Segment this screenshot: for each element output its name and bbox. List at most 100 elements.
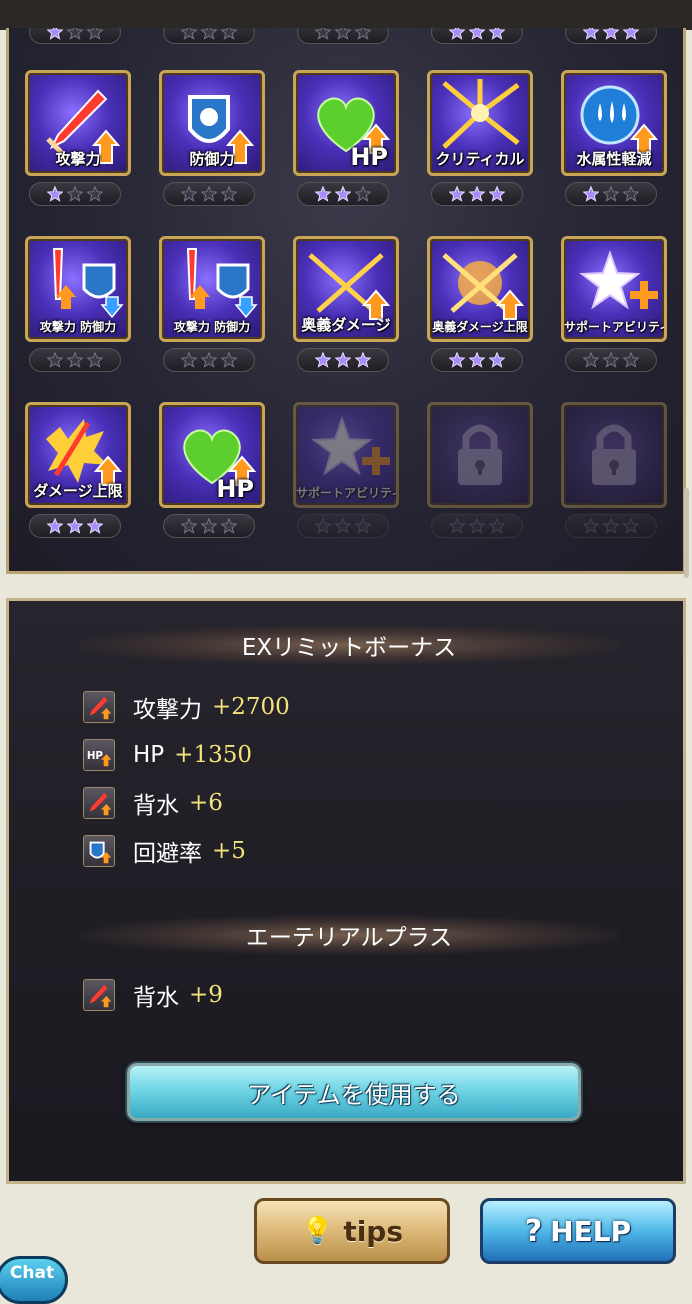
limit-bonus-tile[interactable] [427,402,533,508]
star-empty-icon [181,186,197,202]
star-empty-icon [623,352,639,368]
star-empty-icon [449,518,465,534]
limit-bonus-tile[interactable]: 攻撃力 防御力 [159,236,265,342]
star-empty-icon [221,186,237,202]
star-empty-icon [181,352,197,368]
tile-label: 攻撃力 防御力 [173,320,251,334]
bonus-name: 背水 [133,793,179,819]
bonus-row: 背水 +9 [83,977,223,1013]
star-empty-icon [603,186,619,202]
star-filled-icon [315,186,331,202]
bulb-icon: 💡 [300,1216,334,1246]
limit-bonus-tile[interactable]: サポートアビリティ [561,236,667,342]
star-empty-icon [87,352,103,368]
star-filled-icon [449,186,465,202]
star-filled-icon [583,28,599,40]
star-filled-icon [335,352,351,368]
chat-button[interactable]: Chat [0,1256,68,1304]
tile-label: サポートアビリティ [296,486,399,500]
star-empty-icon [315,518,331,534]
star-empty-icon [469,518,485,534]
star-rating [431,348,523,372]
tile-label: 攻撃力 防御力 [39,320,117,334]
star-empty-icon [67,28,83,40]
bonus-info-panel: EXリミットボーナス エーテリアルプラス アイテムを使用する 攻撃力 +2700 H… [6,598,686,1184]
star-filled-icon [489,352,505,368]
bonus-name: HP [133,742,165,768]
ethereal-title: エーテリアルプラス [79,915,619,955]
star-rating [565,514,657,538]
star-empty-icon [315,28,331,40]
top-bar [0,0,692,30]
limit-bonus-tile[interactable]: 防御力 [159,70,265,176]
limit-bonus-tile[interactable]: クリティカル [427,70,533,176]
bonus-name: 攻撃力 [133,697,202,723]
limit-bonus-tile[interactable]: HP [159,402,265,508]
star-filled-icon [47,186,63,202]
bonus-value: +1350 [174,742,252,768]
limit-bonus-tile[interactable] [561,402,667,508]
star-rating [29,182,121,206]
tile-label: HP [350,143,388,171]
padlock-icon [592,424,636,485]
tips-label: tips [343,1214,404,1248]
scrollbar[interactable] [684,488,689,578]
star-rating [163,348,255,372]
chat-label: Chat [9,1263,55,1283]
star-rating [29,28,121,44]
use-item-button[interactable]: アイテムを使用する [127,1063,581,1121]
limit-bonus-tile[interactable]: 水属性軽減 [561,70,667,176]
padlock-icon [458,424,502,485]
star-rating [297,28,389,44]
star-rating [163,514,255,538]
star-filled-icon [489,28,505,40]
star-empty-icon [201,352,217,368]
tips-button[interactable]: 💡 tips [254,1198,450,1264]
limit-bonus-tile[interactable]: 攻撃力 [25,70,131,176]
star-empty-icon [489,518,505,534]
limit-bonus-tile[interactable]: サポートアビリティ [293,402,399,508]
star-empty-icon [201,518,217,534]
tile-label: 奥義ダメージ [301,316,391,334]
star-empty-icon [181,28,197,40]
star-empty-icon [67,186,83,202]
star-filled-icon [623,28,639,40]
bonus-row: 攻撃力 +2700 [83,689,290,725]
dodge-up-icon [83,835,115,867]
svg-text:HP: HP [87,750,104,762]
help-button[interactable]: ? HELP [480,1198,676,1264]
limit-bonus-tile[interactable]: 奥義ダメージ上限 [427,236,533,342]
star-filled-icon [603,28,619,40]
star-filled-icon [449,352,465,368]
tile-label: 攻撃力 [55,150,101,168]
star-empty-icon [221,352,237,368]
star-empty-icon [67,352,83,368]
star-empty-icon [221,28,237,40]
tile-label: サポートアビリティ [564,320,667,334]
limit-bonus-tile[interactable]: HP [293,70,399,176]
star-empty-icon [623,518,639,534]
star-empty-icon [583,518,599,534]
star-rating [163,182,255,206]
star-filled-icon [47,28,63,40]
tile-label: HP [216,475,254,503]
star-empty-icon [335,28,351,40]
help-label: HELP [550,1214,632,1248]
star-rating [565,348,657,372]
bonus-row: 背水 +6 [83,785,223,821]
limit-bonus-tile[interactable]: 奥義ダメージ [293,236,399,342]
star-filled-icon [67,518,83,534]
star-filled-icon [469,28,485,40]
star-rating [163,28,255,44]
sword-up-icon [83,691,115,723]
tile-label: 水属性軽減 [576,150,652,168]
bonus-value: +9 [189,982,223,1008]
ex-limit-title: EXリミットボーナス [79,625,619,665]
hp-up-icon: HP [83,739,115,771]
star-empty-icon [181,518,197,534]
star-rating [431,182,523,206]
star-empty-icon [355,518,371,534]
question-icon: ? [524,1213,543,1249]
limit-bonus-tile[interactable]: 攻撃力 防御力 [25,236,131,342]
limit-bonus-tile[interactable]: ダメージ上限 [25,402,131,508]
